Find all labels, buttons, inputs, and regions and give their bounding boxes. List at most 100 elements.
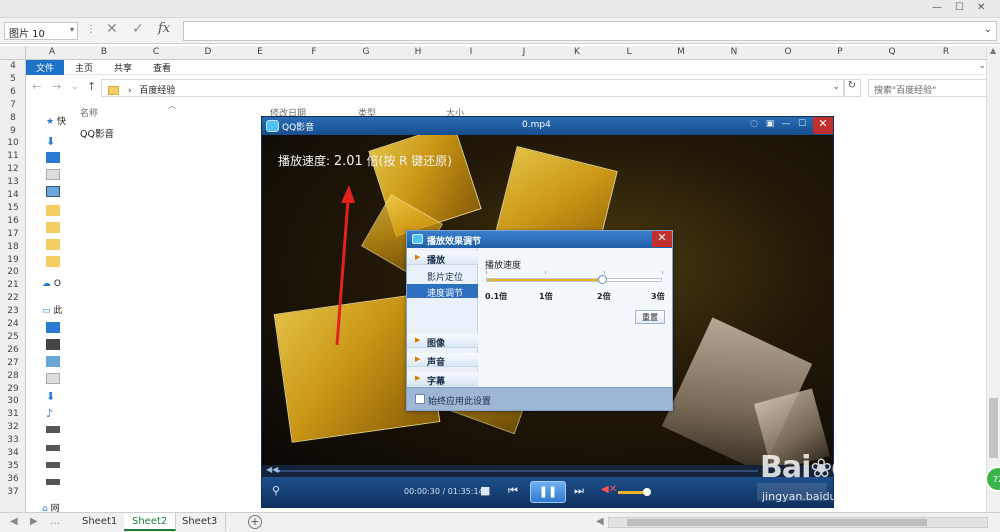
insert-function-icon[interactable]: fx — [158, 21, 170, 36]
column-header[interactable]: E — [234, 47, 286, 57]
column-header[interactable]: G — [340, 47, 392, 57]
document-icon[interactable] — [46, 169, 60, 180]
sheet-tab-active[interactable]: Sheet2 — [124, 513, 177, 531]
row-header[interactable]: 10 — [0, 138, 26, 148]
column-header[interactable]: D — [182, 47, 234, 57]
list-item[interactable]: QQ影音 — [80, 126, 354, 255]
pictures-icon[interactable] — [46, 186, 60, 197]
formula-input[interactable]: ⌄ — [183, 21, 997, 41]
expand-formula-icon[interactable]: ⌄ — [984, 24, 992, 35]
objects-3d-icon[interactable] — [46, 322, 60, 333]
row-header[interactable]: 35 — [0, 461, 26, 471]
row-header[interactable]: 17 — [0, 229, 26, 239]
address-path[interactable]: › 百度经验 ⌄ — [101, 79, 845, 97]
hscroll-thumb[interactable] — [627, 519, 927, 526]
subitem-speed[interactable]: 速度调节 — [407, 284, 478, 299]
row-header[interactable]: 22 — [0, 293, 26, 303]
tab-home[interactable]: 主页 — [75, 61, 93, 74]
horizontal-scrollbar[interactable] — [608, 517, 988, 528]
video-icon[interactable] — [46, 339, 60, 350]
back-arrow-icon[interactable]: ← — [32, 80, 41, 93]
search-input[interactable]: 搜索"百度经验" — [868, 79, 1000, 97]
row-header[interactable]: 8 — [0, 113, 26, 123]
player-close-button[interactable]: ✕ — [813, 117, 833, 134]
always-apply-checkbox[interactable] — [415, 394, 425, 404]
column-header[interactable]: Q — [866, 47, 918, 57]
row-header[interactable]: 33 — [0, 435, 26, 445]
pictures-icon[interactable] — [46, 356, 60, 367]
folder-icon[interactable] — [46, 205, 60, 216]
stop-icon[interactable]: ■ — [480, 484, 490, 497]
row-header[interactable]: 32 — [0, 422, 26, 432]
row-header[interactable]: 31 — [0, 409, 26, 419]
column-header[interactable]: K — [551, 47, 603, 57]
path-dropdown-icon[interactable]: ⌄ — [832, 82, 840, 92]
row-header[interactable]: 24 — [0, 319, 26, 329]
music-icon[interactable]: ♪ — [46, 407, 60, 420]
onedrive-item[interactable]: ☁ O — [42, 279, 61, 289]
download-arrow-icon[interactable]: ⬇ — [46, 135, 60, 148]
rewind-icon[interactable]: ◀◀ — [266, 465, 278, 474]
folder-icon[interactable] — [46, 239, 60, 250]
next-sheet-icon[interactable]: ▶ — [30, 516, 38, 527]
player-title-bar[interactable]: QQ影音 0.mp4 ◌ ▣ — ☐ ✕ — [262, 117, 833, 135]
row-header[interactable]: 37 — [0, 487, 26, 497]
row-header[interactable]: 25 — [0, 332, 26, 342]
row-header[interactable]: 16 — [0, 216, 26, 226]
volume-muted-icon[interactable]: ◀✕ — [601, 484, 617, 495]
tab-file[interactable]: 文件 — [26, 60, 64, 75]
category-image[interactable]: ▶ 图像 — [407, 334, 478, 349]
category-sound[interactable]: ▶ 声音 — [407, 353, 478, 368]
row-header[interactable]: 30 — [0, 396, 26, 406]
expand-ribbon-icon[interactable]: ⌄ — [978, 61, 986, 71]
dialog-title-bar[interactable]: 播放效果调节 ✕ — [407, 231, 672, 248]
speed-slider[interactable] — [486, 275, 662, 284]
row-header[interactable]: 5 — [0, 74, 26, 84]
minimize-icon[interactable]: — — [779, 119, 793, 132]
close-window-button[interactable]: ✕ — [977, 2, 985, 13]
folder-icon[interactable] — [46, 222, 60, 233]
tab-view[interactable]: 查看 — [153, 61, 171, 74]
row-header[interactable]: 21 — [0, 280, 26, 290]
chevron-down-icon[interactable]: ▾ — [70, 25, 74, 34]
desktop-icon[interactable] — [46, 152, 60, 163]
this-pc-item[interactable]: ▭ 此 — [42, 303, 62, 316]
quick-access-item[interactable]: ★ 快 — [46, 114, 66, 127]
column-header[interactable]: I — [445, 47, 497, 57]
sheet-tab[interactable]: Sheet1 — [74, 513, 127, 531]
desktop-icon[interactable] — [46, 426, 60, 433]
playlist-icon[interactable]: ▣ — [763, 119, 777, 132]
scroll-up-icon[interactable]: ▲ — [990, 46, 996, 55]
column-header[interactable]: H — [392, 47, 444, 57]
speed-slider-knob[interactable] — [598, 275, 607, 284]
breadcrumb[interactable]: 百度经验 — [139, 86, 175, 96]
add-sheet-button[interactable]: + — [248, 515, 262, 529]
column-header[interactable]: A — [26, 47, 78, 57]
row-header[interactable]: 26 — [0, 345, 26, 355]
next-icon[interactable]: ⏭ — [574, 484, 584, 498]
scroll-thumb[interactable] — [989, 398, 998, 458]
row-header[interactable]: 7 — [0, 100, 26, 110]
row-header[interactable]: 12 — [0, 164, 26, 174]
tools-icon[interactable]: ⚲ — [272, 484, 280, 497]
column-header[interactable]: C — [130, 47, 182, 57]
up-arrow-icon[interactable]: ↑ — [87, 80, 96, 93]
column-header[interactable]: R — [920, 47, 972, 57]
minimize-button[interactable]: — — [932, 2, 942, 13]
recent-locations-icon[interactable]: ⌄ — [71, 82, 79, 92]
row-header[interactable]: 23 — [0, 306, 26, 316]
category-subtitle[interactable]: ▶ 字幕 — [407, 372, 478, 387]
row-header[interactable]: 18 — [0, 242, 26, 252]
download-arrow-icon[interactable]: ⬇ — [46, 390, 60, 403]
column-header[interactable]: P — [814, 47, 866, 57]
drive-icon[interactable] — [46, 479, 60, 485]
pin-icon[interactable]: ◌ — [747, 119, 761, 132]
column-name[interactable]: 名称 — [80, 106, 98, 119]
drive-icon[interactable] — [46, 462, 60, 468]
cancel-formula-icon[interactable]: ✕ — [106, 21, 118, 37]
sheet-menu-icon[interactable]: … — [50, 516, 60, 527]
row-header[interactable]: 9 — [0, 126, 26, 136]
column-header[interactable]: L — [603, 47, 655, 57]
forward-arrow-icon[interactable]: → — [52, 80, 61, 93]
subitem-position[interactable]: 影片定位 — [407, 268, 478, 283]
